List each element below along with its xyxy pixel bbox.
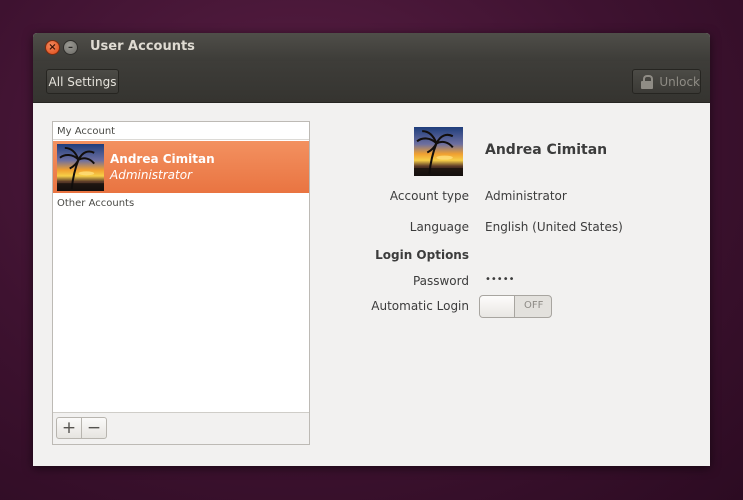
toggle-knob[interactable]	[480, 296, 515, 317]
user-full-name[interactable]: Andrea Cimitan	[485, 142, 607, 158]
account-list-footer: + −	[53, 412, 309, 444]
close-icon: ×	[48, 41, 57, 53]
account-type-value[interactable]: Administrator	[485, 189, 567, 203]
toolbar: All Settings Unlock	[33, 61, 710, 103]
remove-user-button[interactable]: −	[81, 417, 107, 439]
account-list-name: Andrea Cimitan	[110, 152, 215, 166]
language-value[interactable]: English (United States)	[485, 220, 623, 234]
unlock-button[interactable]: Unlock	[632, 69, 701, 94]
automatic-login-label: Automatic Login	[371, 299, 469, 313]
account-list-panel: My Account Andrea Cimitan Administrator …	[52, 121, 310, 445]
other-accounts-header: Other Accounts	[57, 198, 135, 209]
header-divider	[53, 139, 309, 140]
all-settings-button[interactable]: All Settings	[46, 69, 119, 94]
minus-icon: −	[86, 418, 102, 438]
minimize-icon: –	[68, 41, 73, 53]
my-account-header: My Account	[57, 126, 116, 137]
automatic-login-toggle[interactable]: OFF	[479, 295, 552, 318]
user-avatar-button[interactable]	[414, 127, 463, 176]
lock-icon	[641, 74, 653, 89]
plus-icon: +	[61, 418, 77, 438]
add-user-button[interactable]: +	[56, 417, 82, 439]
all-settings-label: All Settings	[48, 74, 117, 89]
account-type-label: Account type	[389, 189, 469, 203]
toggle-state-label: OFF	[524, 300, 544, 311]
close-window-button[interactable]: ×	[45, 40, 60, 55]
password-label: Password	[412, 274, 469, 288]
language-label: Language	[409, 220, 469, 234]
minimize-window-button[interactable]: –	[63, 40, 78, 55]
password-value[interactable]: •••••	[485, 274, 515, 285]
account-list-role: Administrator	[110, 168, 193, 182]
avatar-small-icon	[57, 144, 104, 191]
title-bar: × – User Accounts	[33, 33, 710, 61]
account-list-item-selected[interactable]: Andrea Cimitan Administrator	[53, 141, 309, 193]
user-accounts-window: × – User Accounts All Settings Unlock My…	[33, 33, 710, 466]
login-options-heading: Login Options	[375, 248, 469, 262]
unlock-label: Unlock	[659, 74, 700, 89]
window-title: User Accounts	[90, 39, 195, 54]
